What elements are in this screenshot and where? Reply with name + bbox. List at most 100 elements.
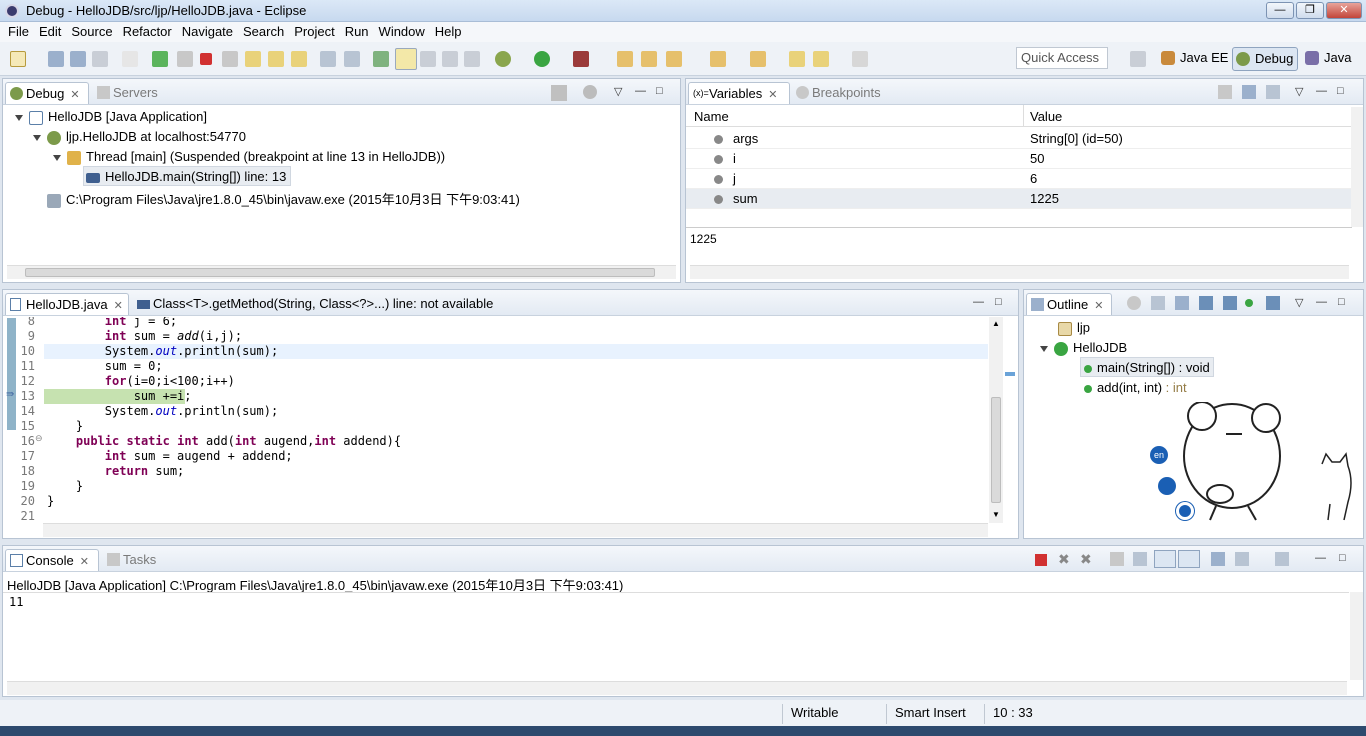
- console-output[interactable]: 11: [3, 592, 1349, 680]
- print-icon[interactable]: [92, 51, 108, 67]
- code-line[interactable]: 15 }: [3, 419, 988, 434]
- show-logical-structure-icon[interactable]: [1242, 85, 1256, 99]
- ime-punctuation-icon[interactable]: [1158, 477, 1176, 495]
- editor-vertical-scrollbar[interactable]: ▲ ▼: [989, 317, 1003, 523]
- skip-breakpoints-icon[interactable]: [122, 51, 138, 67]
- close-icon[interactable]: ✕: [80, 556, 89, 568]
- column-name[interactable]: Name: [694, 109, 729, 124]
- variable-row[interactable]: j 6: [686, 169, 1351, 189]
- terminate-icon[interactable]: [200, 53, 212, 65]
- expand-icon[interactable]: [15, 114, 23, 121]
- menu-search[interactable]: Search: [238, 22, 289, 42]
- hide-fields-icon[interactable]: [1127, 296, 1141, 310]
- scroll-thumb[interactable]: [25, 268, 655, 277]
- code-line[interactable]: 14 System.out.println(sum);: [3, 404, 988, 419]
- detail-horizontal-scrollbar[interactable]: [690, 265, 1349, 279]
- open-console-icon[interactable]: [1275, 552, 1289, 566]
- external-tools-icon[interactable]: [573, 51, 589, 67]
- search-icon[interactable]: [666, 51, 682, 67]
- code-line[interactable]: 16 public static int add(int augend,int …: [3, 434, 988, 449]
- step-return-icon[interactable]: [291, 51, 307, 67]
- suspend-icon[interactable]: [177, 51, 193, 67]
- show-on-stderr-icon[interactable]: [1178, 550, 1200, 568]
- status-insert-mode[interactable]: Smart Insert: [886, 704, 982, 724]
- outline-package[interactable]: ljp: [1058, 320, 1090, 336]
- terminate-icon[interactable]: [1035, 554, 1047, 566]
- scroll-up-icon[interactable]: ▲: [992, 319, 1000, 328]
- toggle-mark-occurrences-icon[interactable]: [395, 48, 417, 70]
- breakpoint-type-icon[interactable]: [373, 51, 389, 67]
- last-edit-location-icon[interactable]: [789, 51, 805, 67]
- pin-console-icon[interactable]: [1211, 552, 1225, 566]
- tree-thread[interactable]: Thread [main] (Suspended (breakpoint at …: [53, 149, 445, 165]
- tab-debug[interactable]: Debug ✕: [5, 82, 89, 104]
- expand-icon[interactable]: [53, 154, 61, 161]
- code-line[interactable]: 9 int sum = add(i,j);: [3, 329, 988, 344]
- open-task-icon[interactable]: [641, 51, 657, 67]
- view-dropdown-icon[interactable]: ▽: [1295, 85, 1303, 98]
- outline-method-main[interactable]: main(String[]) : void: [1080, 357, 1214, 377]
- close-icon[interactable]: ✕: [1094, 300, 1103, 312]
- code-line[interactable]: 20}: [3, 494, 988, 509]
- tree-app[interactable]: HelloJDB [Java Application]: [15, 109, 207, 125]
- view-dropdown-icon[interactable]: ▽: [1295, 296, 1303, 309]
- close-icon[interactable]: ✕: [114, 300, 123, 312]
- debug-run-icon[interactable]: [495, 51, 511, 67]
- open-perspective-icon[interactable]: [1130, 51, 1146, 67]
- tab-class-getmethod[interactable]: Class<T>.getMethod(String, Class<?>...) …: [133, 293, 503, 315]
- show-whitespace-icon[interactable]: [442, 51, 458, 67]
- expand-icon[interactable]: [33, 134, 41, 141]
- expand-icon[interactable]: [1040, 345, 1048, 352]
- tree-stack-frame[interactable]: HelloJDB.main(String[]) line: 13: [83, 166, 292, 186]
- remove-all-terminated-icon[interactable]: ✖: [1080, 552, 1094, 566]
- resume-icon[interactable]: [152, 51, 168, 67]
- save-all-icon[interactable]: [70, 51, 86, 67]
- use-step-filters-icon[interactable]: [344, 51, 360, 67]
- console-vertical-scrollbar[interactable]: [1350, 592, 1363, 680]
- code-line[interactable]: 8 int j = 6;: [3, 317, 988, 329]
- minimize-view-icon[interactable]: —: [635, 85, 646, 97]
- prev-annotation-icon[interactable]: [750, 51, 766, 67]
- tree-target[interactable]: ljp.HelloJDB at localhost:54770: [33, 129, 246, 145]
- menu-help[interactable]: Help: [430, 22, 467, 42]
- maximize-view-icon[interactable]: □: [1337, 85, 1344, 97]
- tab-hellojdb-java[interactable]: HelloJDB.java ✕: [5, 293, 129, 315]
- close-icon[interactable]: ✕: [70, 89, 79, 101]
- outline-class[interactable]: HelloJDB: [1040, 340, 1127, 356]
- collapse-all-icon[interactable]: [1266, 85, 1280, 99]
- block-selection-icon[interactable]: [420, 51, 436, 67]
- code-line[interactable]: 18 return sum;: [3, 464, 988, 479]
- sort-icon[interactable]: [1175, 296, 1189, 310]
- remove-terminated-icon[interactable]: [551, 85, 567, 101]
- step-over-icon[interactable]: [268, 51, 284, 67]
- menu-source[interactable]: Source: [66, 22, 117, 42]
- minimize-view-icon[interactable]: —: [1316, 85, 1327, 97]
- maximize-button[interactable]: ❐: [1296, 2, 1324, 19]
- scroll-lock-icon[interactable]: [1133, 552, 1147, 566]
- debug-horizontal-scrollbar[interactable]: [7, 265, 676, 279]
- minimize-button[interactable]: —: [1266, 2, 1294, 19]
- show-on-stdout-icon[interactable]: [1154, 550, 1176, 568]
- public-member-icon[interactable]: [1245, 299, 1253, 307]
- menu-file[interactable]: File: [0, 22, 34, 42]
- back-icon[interactable]: [813, 51, 829, 67]
- editor-horizontal-scrollbar[interactable]: [43, 523, 988, 537]
- variable-row[interactable]: i 50: [686, 149, 1351, 169]
- variable-row-selected[interactable]: sum 1225: [686, 189, 1351, 209]
- minimize-view-icon[interactable]: —: [1315, 552, 1326, 564]
- tree-process[interactable]: C:\Program Files\Java\jre1.8.0_45\bin\ja…: [47, 189, 520, 208]
- save-icon[interactable]: [48, 51, 64, 67]
- step-into-icon[interactable]: [245, 51, 261, 67]
- tab-servers[interactable]: Servers: [93, 82, 173, 104]
- minimize-view-icon[interactable]: —: [1316, 296, 1327, 308]
- close-icon[interactable]: ✕: [768, 89, 777, 101]
- remove-launch-icon[interactable]: ✖: [1058, 552, 1072, 566]
- maximize-view-icon[interactable]: □: [995, 296, 1002, 308]
- menu-refactor[interactable]: Refactor: [118, 22, 177, 42]
- maximize-view-icon[interactable]: □: [1339, 552, 1346, 564]
- code-body[interactable]: ⇛ ⊖ 8 int j = 6; 9 int sum = add(i,j); 10 …: [3, 317, 988, 523]
- console-horizontal-scrollbar[interactable]: [7, 681, 1347, 695]
- maximize-view-icon[interactable]: □: [656, 85, 663, 97]
- tab-breakpoints[interactable]: Breakpoints: [792, 82, 892, 104]
- forward-icon[interactable]: [852, 51, 868, 67]
